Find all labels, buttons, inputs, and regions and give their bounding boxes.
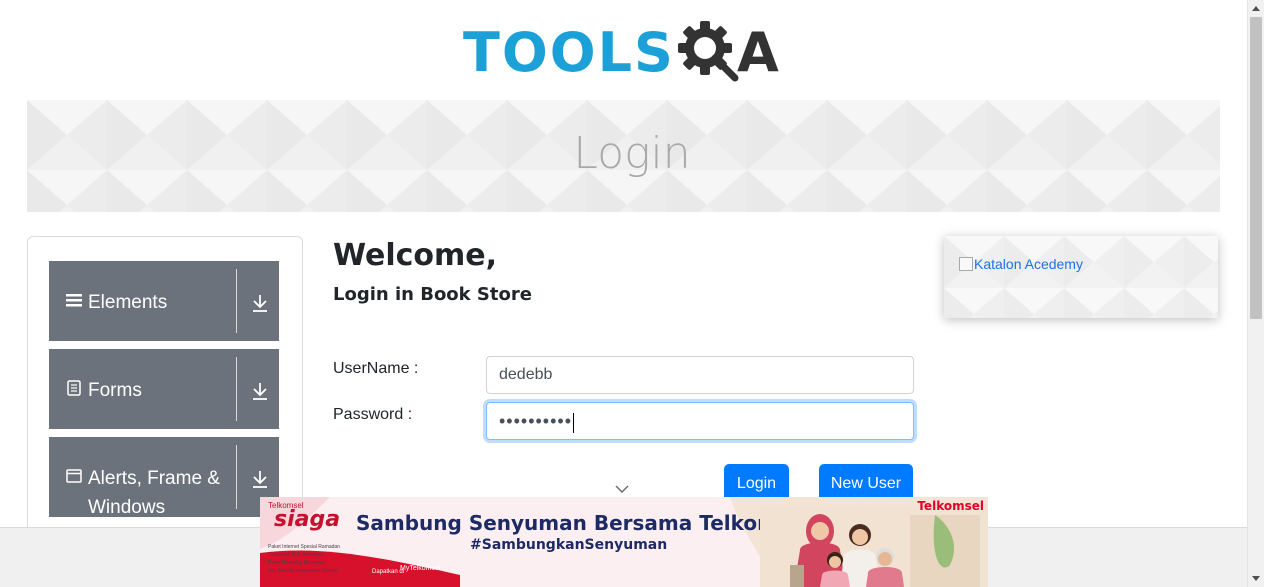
promo-list-item: Paket Roaming Ramadan — [268, 560, 326, 566]
sidebar-group-alerts[interactable]: Alerts, Frame & Windows — [49, 437, 279, 518]
promo-list-item: Paket Internet Spesial Ramadan — [268, 544, 340, 550]
chevron-down-icon — [615, 485, 629, 493]
telkomsel-logo: Telkomsel — [917, 499, 984, 513]
vertical-scrollbar[interactable] — [1247, 0, 1264, 587]
download-arrow-icon[interactable] — [251, 469, 269, 489]
scroll-thumb[interactable] — [1250, 17, 1262, 319]
document-icon — [67, 380, 81, 396]
download-arrow-icon[interactable] — [251, 381, 269, 401]
promo-brand: siaga — [274, 507, 341, 532]
katalon-ad-link[interactable]: Katalon Acedemy — [959, 256, 1083, 272]
katalon-ad-alt: Katalon Acedemy — [974, 256, 1083, 272]
gear-search-icon — [677, 20, 739, 81]
password-value: •••••••••• — [499, 411, 573, 431]
username-value: dedebb — [499, 366, 553, 383]
promo-hashtag: #SambungkanSenyuman — [470, 537, 668, 553]
toolsqa-logo[interactable]: TOOLS A — [463, 15, 779, 90]
broken-image-icon — [959, 257, 973, 271]
logo-text: TOOLS — [463, 20, 675, 84]
username-label: UserName : — [333, 360, 419, 377]
scroll-down-arrow-icon[interactable] — [1251, 573, 1261, 583]
divider — [236, 269, 237, 333]
page: TOOLS A Login Elements Forms Alerts, Fra… — [0, 0, 1264, 587]
scroll-up-arrow-icon[interactable] — [1251, 4, 1261, 14]
promo-app-name: MyTelkomsel — [400, 565, 441, 572]
username-input[interactable]: dedebb — [486, 356, 914, 394]
ad-pattern — [944, 236, 1218, 318]
sidebar-group-label: Forms — [88, 380, 142, 401]
divider — [236, 445, 237, 509]
password-input[interactable]: •••••••••• — [486, 402, 914, 440]
sidebar-group-forms[interactable]: Forms — [49, 349, 279, 429]
katalon-ad[interactable]: Katalon Acedemy — [944, 236, 1218, 318]
promo-list-item: Telkomsel Poin Ramadan — [268, 552, 325, 558]
promo-list: Paket Internet Spesial Ramadan Telkomsel… — [268, 543, 340, 575]
sidebar-group-label: Elements — [88, 292, 168, 313]
promo-headline: Sambung Senyuman Bersama Telkomsel — [356, 511, 811, 535]
download-arrow-icon[interactable] — [251, 293, 269, 313]
window-icon — [66, 469, 82, 483]
welcome-heading: Welcome, — [333, 238, 498, 273]
password-label: Password : — [333, 406, 413, 423]
page-title: Login — [573, 128, 691, 179]
text-caret — [573, 412, 575, 433]
sidebar-group-elements[interactable]: Elements — [49, 261, 279, 341]
login-subtitle: Login in Book Store — [333, 284, 532, 305]
divider — [236, 357, 237, 421]
logo-text-a: A — [736, 20, 779, 84]
hamburger-icon — [66, 294, 82, 307]
promo-list-item: dan banyak penawaran lainnya — [268, 568, 338, 574]
telkomsel-ad-banner[interactable]: Telkomsel siaga Paket Internet Spesial R… — [260, 497, 988, 587]
sidebar-group-label: Alerts, Frame & Windows — [88, 468, 220, 518]
family-photo — [760, 505, 988, 587]
sidebar-accordion: Elements Forms Alerts, Frame & Windows — [27, 236, 303, 536]
